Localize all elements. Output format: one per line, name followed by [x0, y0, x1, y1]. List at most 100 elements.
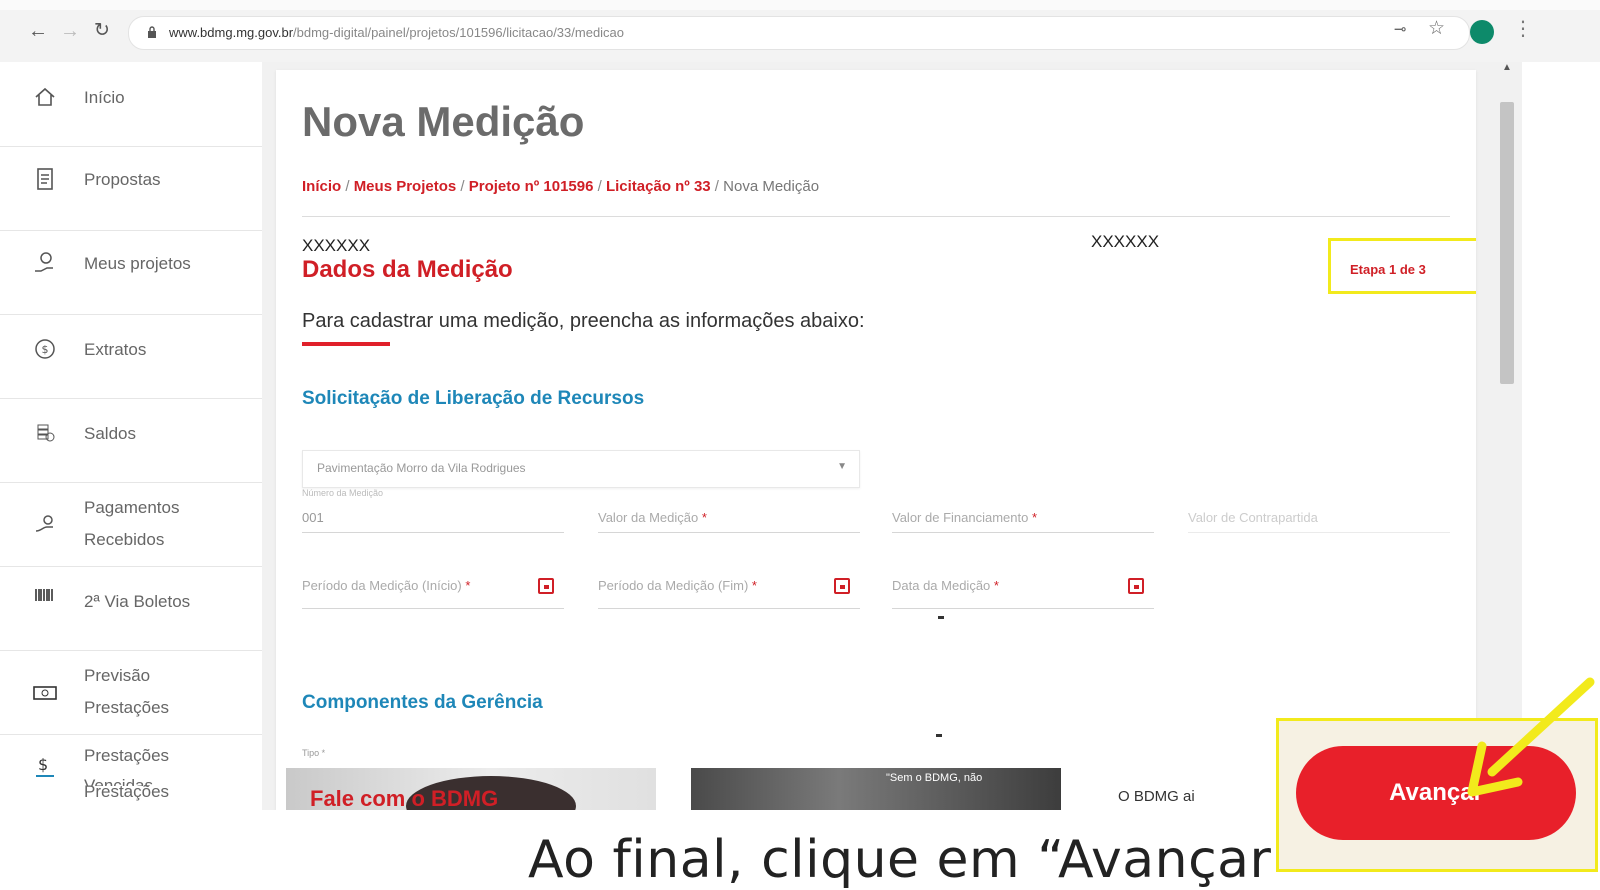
- coins-icon: [32, 420, 58, 446]
- banner-photo-left: Fale com o BDMG: [286, 768, 656, 810]
- calendar-icon[interactable]: [538, 578, 554, 594]
- breadcrumb-projeto[interactable]: Projeto nº 101596: [469, 178, 594, 195]
- address-bar[interactable]: www.bdmg.mg.gov.br/bdmg-digital/painel/p…: [128, 16, 1470, 50]
- data-medicao-placeholder: Data da Medição *: [892, 578, 999, 593]
- scroll-up-arrow-icon[interactable]: ▲: [1502, 62, 1512, 73]
- sidebar-item-saldos[interactable]: Saldos: [0, 398, 262, 483]
- breadcrumb-separator: /: [593, 178, 606, 195]
- sidebar-item-label: Pagamentos: [84, 498, 180, 517]
- valor-contrapartida-field: Valor de Contrapartida: [1188, 498, 1450, 533]
- avatar[interactable]: [1470, 20, 1494, 44]
- sidebar-item-previsao-prestacoes[interactable]: Previsão Prestações: [0, 650, 262, 735]
- lock-icon: [148, 26, 156, 38]
- key-icon[interactable]: ⊸: [1394, 20, 1407, 38]
- hand-coin-icon: [32, 250, 58, 276]
- banner-quote: "Sem o BDMG, não: [886, 772, 983, 784]
- cash-icon: [32, 680, 58, 706]
- dash-mark: [938, 616, 944, 619]
- required-mark: *: [1028, 510, 1038, 525]
- breadcrumb-separator: /: [341, 178, 354, 195]
- numero-medicao-field[interactable]: Número da Medição 001: [302, 488, 564, 533]
- sidebar-item-label-line2: Recebidos: [84, 530, 165, 549]
- periodo-fim-label: Período da Medição (Fim): [598, 578, 749, 593]
- subsection-title-liberacao: Solicitação de Liberação de Recursos: [302, 388, 645, 409]
- periodo-inicio-label: Período da Medição (Início): [302, 578, 462, 593]
- sidebar-item-2via-boletos[interactable]: 2ª Via Boletos: [0, 566, 262, 651]
- valor-financiamento-placeholder: Valor de Financiamento *: [892, 510, 1037, 525]
- accent-underline: [302, 342, 390, 346]
- sidebar-item-label: Prestações: [84, 746, 170, 765]
- periodo-fim-placeholder: Período da Medição (Fim) *: [598, 578, 757, 593]
- vertical-dots-icon[interactable]: ⋮: [1513, 16, 1533, 42]
- breadcrumb-inicio[interactable]: Início: [302, 178, 341, 195]
- fale-com-bdmg-link[interactable]: Fale com o BDMG: [310, 786, 498, 810]
- periodo-inicio-field[interactable]: Período da Medição (Início) *: [302, 566, 564, 609]
- calendar-icon[interactable]: [1128, 578, 1144, 594]
- sidebar-item-label: 2ª Via Boletos: [84, 592, 191, 611]
- data-medicao-field[interactable]: Data da Medição *: [892, 566, 1154, 609]
- valor-medicao-field[interactable]: Valor da Medição *: [598, 498, 860, 533]
- redacted-text-right: XXXXXX: [1091, 232, 1160, 251]
- sidebar-item-label: Propostas: [84, 170, 161, 189]
- breadcrumb-licitacao[interactable]: Licitação nº 33: [606, 178, 711, 195]
- required-mark: *: [990, 578, 999, 593]
- subsection-title-componentes: Componentes da Gerência: [302, 692, 543, 713]
- scrollbar-thumb[interactable]: [1500, 102, 1514, 384]
- sidebar-item-label: Meus projetos: [84, 254, 191, 273]
- sidebar-item-prestacoes[interactable]: Prestações: [0, 776, 262, 810]
- redacted-text-left: XXXXXX: [302, 236, 371, 255]
- barcode-icon: [32, 584, 58, 610]
- valor-contrapartida-label: Valor de Contrapartida: [1188, 510, 1318, 525]
- valor-financiamento-field[interactable]: Valor de Financiamento *: [892, 498, 1154, 533]
- instructions-text: Para cadastrar uma medição, preencha as …: [302, 310, 865, 332]
- breadcrumb: Início / Meus Projetos / Projeto nº 1015…: [302, 178, 819, 195]
- dash-mark: [936, 734, 942, 737]
- reload-icon[interactable]: ↻: [94, 20, 110, 42]
- banner-photo-right: [691, 768, 1061, 810]
- url-text: www.bdmg.mg.gov.br/bdmg-digital/painel/p…: [169, 25, 624, 40]
- sidebar-item-propostas[interactable]: Propostas: [0, 146, 262, 231]
- valor-medicao-label: Valor da Medição: [598, 510, 699, 525]
- numero-medicao-label: Número da Medição: [302, 488, 384, 498]
- sidebar-item-label: Extratos: [84, 340, 147, 359]
- payment-hand-icon: [32, 512, 58, 538]
- svg-text:$: $: [42, 343, 49, 356]
- data-medicao-label: Data da Medição: [892, 578, 991, 593]
- valor-medicao-placeholder: Valor da Medição *: [598, 510, 707, 525]
- url-domain: www.bdmg.mg.gov.br: [169, 25, 294, 40]
- sidebar-item-pagamentos-recebidos[interactable]: Pagamentos Recebidos: [0, 482, 262, 567]
- sidebar-item-meus-projetos[interactable]: Meus projetos: [0, 230, 262, 315]
- section-title: Dados da Medição: [302, 256, 513, 283]
- sidebar-item-extratos[interactable]: $ Extratos: [0, 314, 262, 399]
- project-select-value: Pavimentação Morro da Vila Rodrigues: [317, 461, 526, 475]
- document-icon: [32, 166, 58, 192]
- sidebar-item-inicio[interactable]: Início: [0, 62, 262, 147]
- page-title: Nova Medição: [302, 98, 585, 145]
- tab-strip: [0, 0, 1600, 10]
- project-select[interactable]: Pavimentação Morro da Vila Rodrigues ▼: [302, 450, 860, 488]
- breadcrumb-meus-projetos[interactable]: Meus Projetos: [354, 178, 457, 195]
- content-card: Nova Medição Início / Meus Projetos / Pr…: [276, 70, 1476, 810]
- tutorial-caption: Ao final, clique em “Avançar”: [528, 830, 1302, 890]
- periodo-fim-field[interactable]: Período da Medição (Fim) *: [598, 566, 860, 609]
- divider: [302, 216, 1450, 217]
- step-indicator: Etapa 1 de 3: [1350, 262, 1426, 277]
- calendar-icon[interactable]: [834, 578, 850, 594]
- sidebar: Início Propostas Meus projetos $ Extrato…: [0, 62, 262, 811]
- breadcrumb-current: Nova Medição: [723, 178, 820, 195]
- arrow-right-icon[interactable]: →: [60, 20, 80, 42]
- dollar-circle-icon: $: [32, 336, 58, 362]
- required-mark: *: [461, 578, 471, 593]
- tipo-label: Tipo *: [302, 748, 326, 758]
- sidebar-item-label-line2: Prestações: [84, 698, 170, 717]
- pointer-arrow-icon: [1467, 677, 1595, 797]
- sidebar-item-label: Previsão: [84, 666, 151, 685]
- sidebar-item-label: Início: [84, 88, 125, 107]
- arrow-left-icon[interactable]: ←: [28, 20, 48, 42]
- url-path: /bdmg-digital/painel/projetos/101596/lic…: [293, 25, 625, 40]
- breadcrumb-separator: /: [710, 178, 724, 195]
- sidebar-item-label: Prestações: [84, 782, 170, 801]
- svg-text:$: $: [38, 755, 48, 774]
- star-icon[interactable]: ☆: [1428, 17, 1445, 40]
- valor-financiamento-label: Valor de Financiamento: [892, 510, 1029, 525]
